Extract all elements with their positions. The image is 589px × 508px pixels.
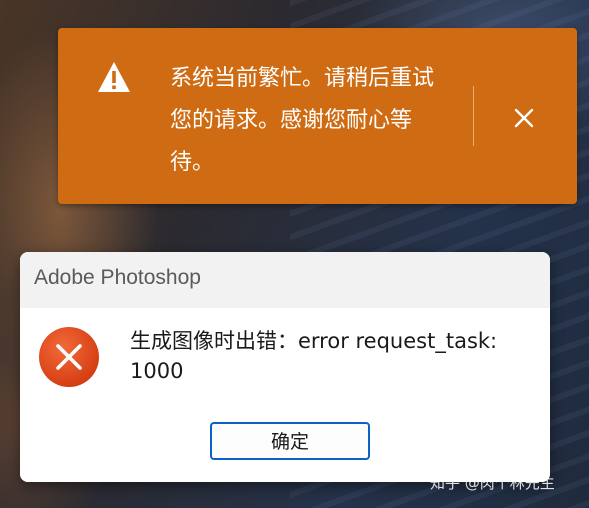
ok-button[interactable]: 确定 bbox=[210, 422, 370, 460]
close-icon bbox=[514, 108, 534, 128]
error-icon bbox=[39, 327, 99, 387]
warning-icon bbox=[98, 62, 130, 92]
busy-notification-toast: 系统当前繁忙。请稍后重试您的请求。感谢您耐心等待。 bbox=[58, 28, 577, 204]
error-message: 生成图像时出错：error request_task: 1000 bbox=[130, 329, 498, 383]
dialog-title: Adobe Photoshop bbox=[34, 266, 201, 289]
toast-close-button[interactable] bbox=[508, 102, 540, 134]
dialog-titlebar[interactable]: Adobe Photoshop bbox=[20, 252, 550, 308]
toast-divider bbox=[473, 86, 474, 146]
toast-message: 系统当前繁忙。请稍后重试您的请求。感谢您耐心等待。 bbox=[170, 66, 435, 175]
watermark: 知乎 @肉个林先生 bbox=[430, 474, 555, 492]
error-dialog: Adobe Photoshop 生成图像时出错：error request_ta… bbox=[20, 252, 550, 482]
